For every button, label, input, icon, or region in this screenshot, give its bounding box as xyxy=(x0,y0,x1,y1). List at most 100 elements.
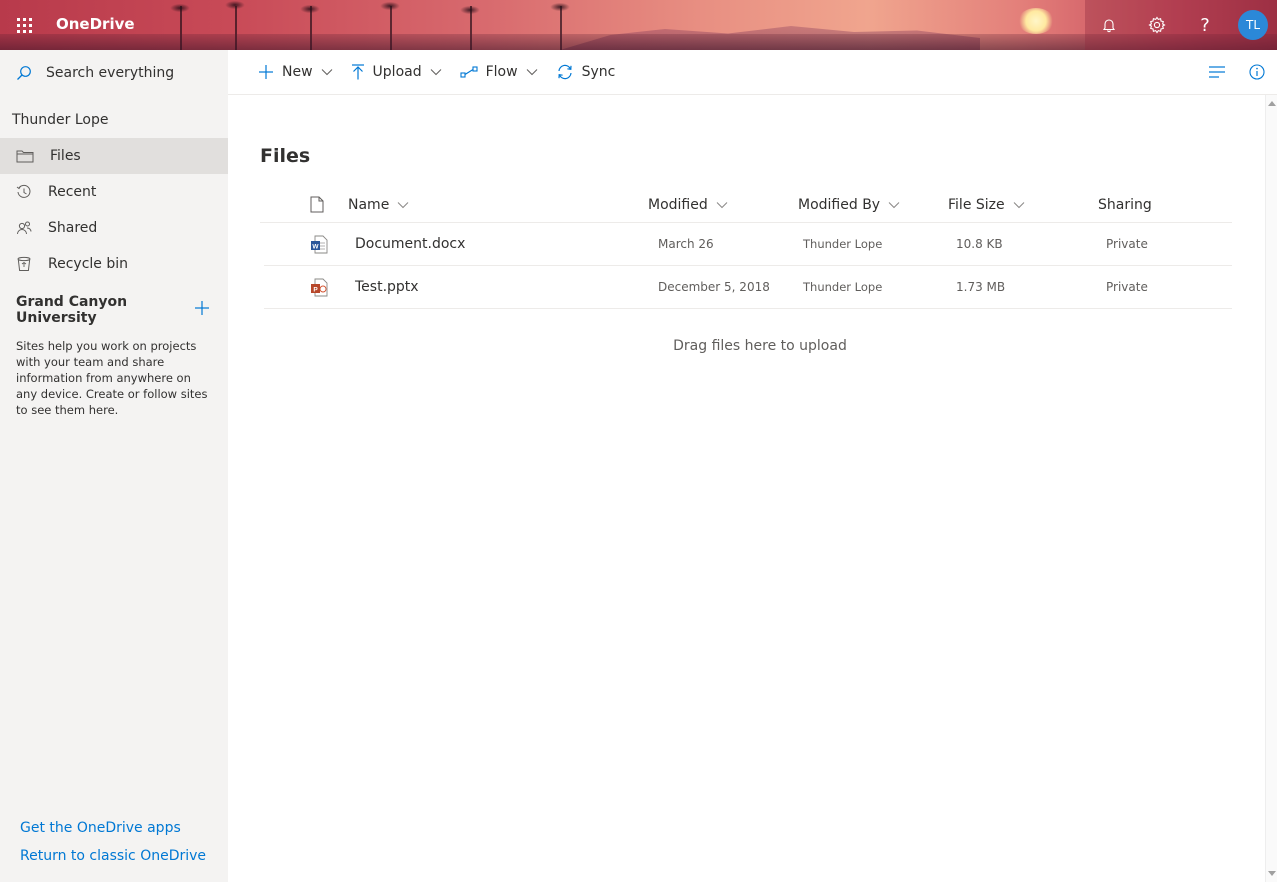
column-label: File Size xyxy=(948,196,1005,213)
account-button[interactable]: TL xyxy=(1229,0,1277,50)
chevron-down-icon xyxy=(1013,201,1024,208)
question-icon: ? xyxy=(1200,14,1210,36)
file-type-cell: P xyxy=(264,278,355,297)
modified-cell: March 26 xyxy=(658,237,714,251)
search-placeholder: Search everything xyxy=(46,65,175,81)
nav-item-recycle-bin[interactable]: Recycle bin xyxy=(0,246,228,282)
sites-help-text: Sites help you work on projects with you… xyxy=(16,339,208,417)
people-icon xyxy=(17,221,32,235)
drag-upload-hint: Drag files here to upload xyxy=(673,338,847,354)
scroll-up-arrow-icon[interactable] xyxy=(1268,101,1276,106)
get-apps-link[interactable]: Get the OneDrive apps xyxy=(20,820,206,836)
list-header: Name Modified Modified By File Size Shar… xyxy=(260,187,1232,223)
flow-button[interactable]: Flow xyxy=(460,64,538,80)
list-view-icon xyxy=(1209,66,1225,78)
view-controls xyxy=(1197,50,1277,94)
nav-item-label: Shared xyxy=(48,220,98,236)
chevron-down-icon xyxy=(716,201,728,208)
nav-item-shared[interactable]: Shared xyxy=(0,210,228,246)
chevron-down-icon xyxy=(321,69,332,76)
new-button-label: New xyxy=(282,64,313,80)
column-label: Name xyxy=(348,196,390,213)
file-size-cell: 10.8 KB xyxy=(956,237,1003,251)
header-actions: ? TL xyxy=(1085,0,1277,50)
word-file-icon: W xyxy=(311,235,328,253)
notifications-button[interactable] xyxy=(1085,0,1133,50)
new-button[interactable]: New xyxy=(258,64,333,80)
svg-text:W: W xyxy=(312,243,319,250)
file-type-cell: W xyxy=(264,235,355,254)
file-size-column-header[interactable]: File Size xyxy=(948,197,1098,213)
main-content: Files Name Modified Modified By File Siz… xyxy=(228,95,1265,882)
sharing-column-header[interactable]: Sharing xyxy=(1098,197,1218,213)
history-icon xyxy=(16,184,31,198)
classic-onedrive-link[interactable]: Return to classic OneDrive xyxy=(20,848,206,864)
file-size-cell: 1.73 MB xyxy=(956,280,1006,294)
nav-footer: Get the OneDrive apps Return to classic … xyxy=(20,808,206,864)
svg-text:P: P xyxy=(313,286,318,293)
upload-button[interactable]: Upload xyxy=(351,64,442,80)
table-row[interactable]: W Document.docx March 26 Thunder Lope 10… xyxy=(264,223,1232,266)
details-pane-button[interactable] xyxy=(1237,64,1277,80)
recycle-bin-icon xyxy=(17,256,31,271)
column-label: Sharing xyxy=(1098,196,1152,213)
sharing-cell: Private xyxy=(1106,237,1148,251)
scroll-down-arrow-icon[interactable] xyxy=(1268,871,1276,876)
app-launcher-button[interactable] xyxy=(0,0,48,50)
file-name-cell[interactable]: Test.pptx xyxy=(355,279,655,295)
brand-link[interactable]: OneDrive xyxy=(56,15,135,33)
chevron-down-icon xyxy=(526,69,537,76)
chevron-down-icon xyxy=(430,69,441,76)
sharing-cell: Private xyxy=(1106,280,1148,294)
modified-by-column-header[interactable]: Modified By xyxy=(798,197,948,213)
flow-icon xyxy=(460,66,478,78)
suite-header: OneDrive ? TL xyxy=(0,0,1277,50)
nav-item-label: Files xyxy=(50,148,81,164)
info-icon xyxy=(1249,64,1265,80)
nav-item-label: Recycle bin xyxy=(48,256,128,272)
plus-icon xyxy=(259,65,273,79)
command-bar: New Upload Flow Sync xyxy=(228,50,1277,95)
nav-item-recent[interactable]: Recent xyxy=(0,174,228,210)
owner-name: Thunder Lope xyxy=(12,112,109,128)
view-options-button[interactable] xyxy=(1197,65,1237,79)
modified-column-header[interactable]: Modified xyxy=(648,197,798,213)
file-name-link[interactable]: Test.pptx xyxy=(355,279,419,295)
search-box[interactable]: Search everything xyxy=(0,50,228,96)
flow-button-label: Flow xyxy=(485,64,518,80)
modified-by-cell: Thunder Lope xyxy=(803,237,883,251)
help-button[interactable]: ? xyxy=(1181,0,1229,50)
document-icon xyxy=(310,196,324,213)
sync-icon xyxy=(557,64,572,80)
chevron-down-icon xyxy=(888,201,900,208)
upload-button-label: Upload xyxy=(372,64,422,80)
page-title: Files xyxy=(260,145,311,167)
modified-cell: December 5, 2018 xyxy=(658,280,770,294)
file-list: Name Modified Modified By File Size Shar… xyxy=(260,187,1232,309)
add-site-button[interactable] xyxy=(194,300,210,320)
file-name-link[interactable]: Document.docx xyxy=(355,236,465,252)
powerpoint-file-icon: P xyxy=(311,278,328,296)
sync-button[interactable]: Sync xyxy=(556,64,615,80)
left-navigation: Search everything Thunder Lope Files Rec… xyxy=(0,50,228,882)
table-row[interactable]: P Test.pptx December 5, 2018 Thunder Lop… xyxy=(264,266,1232,309)
modified-by-cell: Thunder Lope xyxy=(803,280,883,294)
nav-item-label: Recent xyxy=(48,184,97,200)
folder-icon xyxy=(16,150,34,163)
file-name-cell[interactable]: Document.docx xyxy=(355,236,655,252)
gear-icon xyxy=(1148,16,1166,34)
file-type-column-header[interactable] xyxy=(260,196,348,213)
avatar: TL xyxy=(1238,10,1268,40)
chevron-down-icon xyxy=(397,201,409,208)
nav-item-files[interactable]: Files xyxy=(0,138,228,174)
name-column-header[interactable]: Name xyxy=(348,197,648,213)
upload-icon xyxy=(351,64,364,80)
vertical-scrollbar[interactable] xyxy=(1265,95,1277,882)
settings-button[interactable] xyxy=(1133,0,1181,50)
group-title: Grand Canyon University xyxy=(16,294,128,326)
column-label: Modified By xyxy=(798,196,881,213)
search-icon xyxy=(17,66,31,80)
group-header: Grand Canyon University xyxy=(0,294,228,326)
waffle-icon xyxy=(16,17,32,33)
column-label: Modified xyxy=(648,196,708,213)
